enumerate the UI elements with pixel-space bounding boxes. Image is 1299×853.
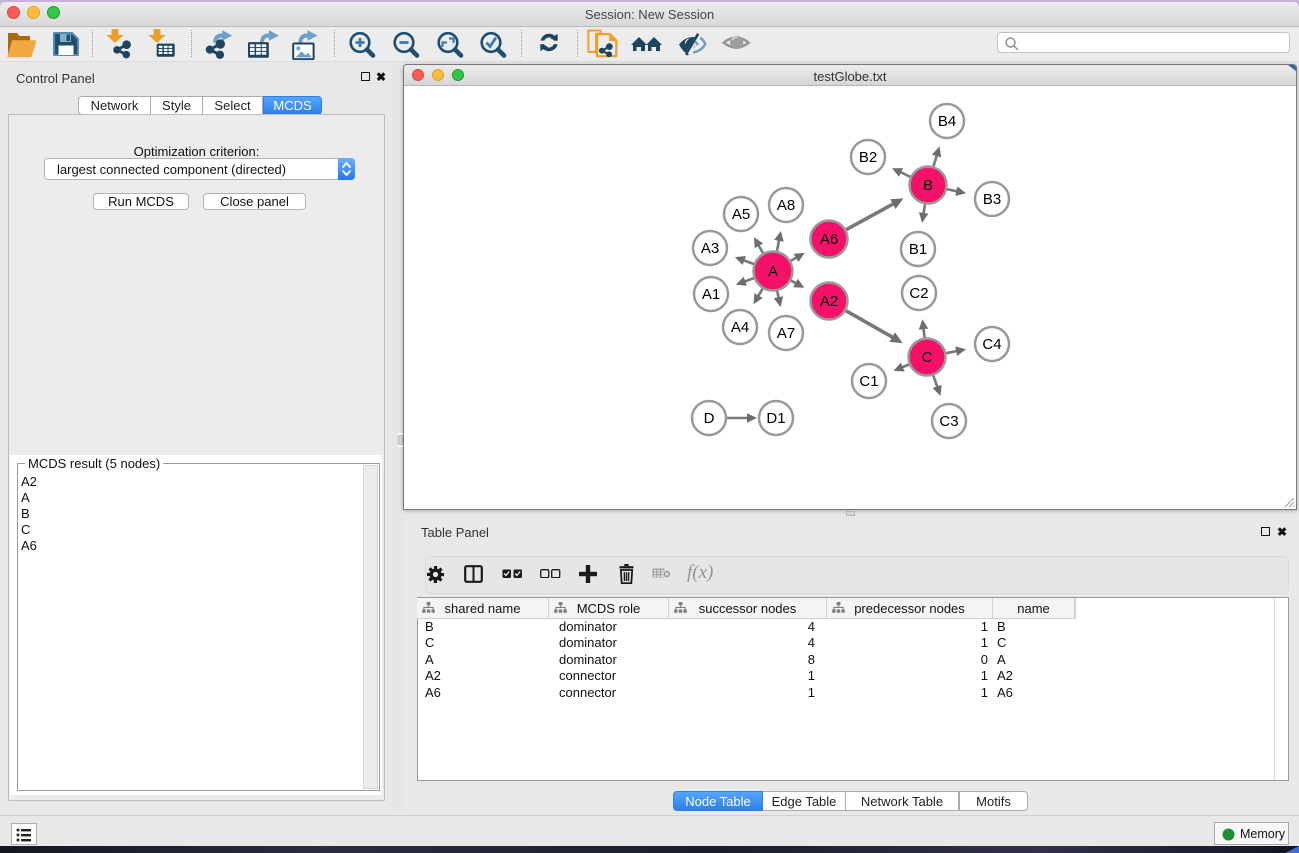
svg-text:B1: B1 [909, 241, 927, 258]
svg-text:A7: A7 [777, 325, 795, 342]
svg-text:B2: B2 [859, 149, 877, 166]
svg-text:A8: A8 [777, 197, 795, 214]
svg-text:f(x): f(x) [687, 563, 713, 583]
svg-text:A5: A5 [732, 206, 750, 223]
svg-text:D1: D1 [766, 410, 785, 427]
svg-text:C: C [922, 349, 933, 366]
svg-text:B: B [923, 177, 933, 194]
svg-text:C1: C1 [859, 373, 878, 390]
svg-text:A: A [768, 263, 778, 280]
svg-text:A6: A6 [820, 231, 838, 248]
svg-text:A2: A2 [820, 293, 838, 310]
svg-text:A4: A4 [731, 319, 749, 336]
svg-text:C2: C2 [909, 285, 928, 302]
svg-text:C3: C3 [939, 413, 958, 430]
svg-text:B3: B3 [983, 191, 1001, 208]
svg-text:D: D [704, 410, 715, 427]
svg-text:C4: C4 [982, 336, 1001, 353]
svg-text:A1: A1 [702, 286, 720, 303]
svg-text:B4: B4 [938, 113, 956, 130]
svg-text:A3: A3 [701, 240, 719, 257]
